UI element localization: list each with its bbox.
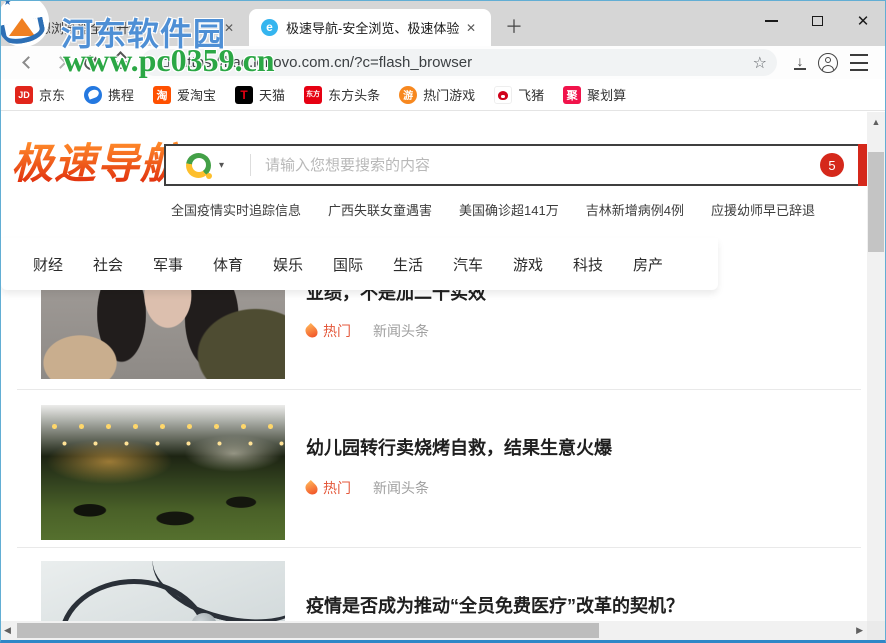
refresh-button[interactable] bbox=[76, 46, 106, 79]
download-arrow-icon: ↓ bbox=[797, 56, 804, 66]
bookmark-fliggy[interactable]: 飞猪 bbox=[494, 85, 544, 104]
vertical-scrollbar[interactable]: ▲ bbox=[867, 112, 885, 621]
titlebar: 联想浏览器全面升级 ✕ e 极速导航-安全浏览、极速体验 ✕ ＋ ✕ bbox=[1, 1, 885, 46]
tab-favicon-e-icon: e bbox=[261, 19, 278, 36]
forward-icon bbox=[54, 56, 67, 69]
news-photo-bbq-market[interactable] bbox=[41, 405, 285, 540]
bookmark-tmall[interactable]: T 天猫 bbox=[235, 85, 285, 104]
page-content: 极速导航 ▾ 5 全国疫情实时追踪信息 广西失联女童遇害 美国确诊超141万 吉… bbox=[1, 112, 869, 643]
browser-window: 联想浏览器全面升级 ✕ e 极速导航-安全浏览、极速体验 ✕ ＋ ✕ https… bbox=[0, 0, 886, 643]
site-logo: 极速导航 bbox=[11, 130, 183, 191]
hot-link[interactable]: 应援幼师早已辞退 bbox=[711, 200, 815, 219]
hot-games-logo-icon: 游 bbox=[399, 86, 417, 104]
news-item[interactable]: 幼儿园转行卖烧烤自救，结果生意火爆 热门 新闻头条 bbox=[17, 390, 861, 548]
360-search-icon bbox=[186, 153, 211, 178]
menu-button[interactable] bbox=[850, 54, 868, 71]
downloads-button[interactable]: ↓ bbox=[785, 46, 815, 79]
new-tab-button[interactable]: ＋ bbox=[501, 14, 527, 40]
tmall-logo-icon: T bbox=[235, 86, 253, 104]
category-realestate[interactable]: 房产 bbox=[618, 254, 678, 275]
news-source: 新闻头条 bbox=[373, 478, 429, 498]
chevron-down-icon: ▾ bbox=[219, 160, 224, 171]
notification-badge[interactable]: 5 bbox=[820, 153, 844, 177]
maximize-button[interactable] bbox=[800, 1, 834, 41]
hot-tag: 热门 bbox=[323, 321, 351, 341]
tab-lenovo-upgrade[interactable]: 联想浏览器全面升级 ✕ bbox=[9, 9, 249, 46]
search-input[interactable] bbox=[265, 157, 820, 174]
bookmark-star-icon[interactable]: ☆ bbox=[753, 53, 767, 73]
hot-link[interactable]: 吉林新增病例4例 bbox=[586, 200, 684, 219]
home-button[interactable] bbox=[107, 46, 137, 79]
back-button[interactable] bbox=[13, 46, 43, 79]
search-button[interactable] bbox=[858, 144, 867, 186]
forward-button[interactable] bbox=[45, 46, 75, 79]
category-international[interactable]: 国际 bbox=[318, 254, 378, 275]
horizontal-scroll-thumb[interactable] bbox=[17, 623, 599, 638]
juhuasuan-logo-icon: 聚 bbox=[563, 86, 581, 104]
hot-link[interactable]: 全国疫情实时追踪信息 bbox=[171, 200, 301, 219]
hot-link[interactable]: 美国确诊超141万 bbox=[459, 200, 559, 219]
vertical-scroll-thumb[interactable] bbox=[868, 152, 884, 252]
scroll-left-icon[interactable]: ◀ bbox=[4, 625, 11, 636]
hot-tag: 热门 bbox=[323, 478, 351, 498]
profile-button[interactable] bbox=[818, 53, 838, 73]
lock-icon bbox=[159, 59, 169, 67]
user-icon bbox=[825, 57, 831, 63]
scrollbar-corner bbox=[867, 621, 885, 642]
bookmarks-bar: JD 京东 携程 淘 爱淘宝 T 天猫 东方 东方头条 游 热门游戏 飞猪 聚 bbox=[1, 79, 885, 111]
bookmark-juhuasuan[interactable]: 聚 聚划算 bbox=[563, 85, 626, 104]
tab-close-icon[interactable]: ✕ bbox=[219, 19, 239, 37]
flame-icon bbox=[303, 323, 320, 340]
flame-icon bbox=[303, 480, 320, 497]
jd-logo-icon: JD bbox=[15, 86, 33, 104]
category-nav: 财经 社会 军事 体育 娱乐 国际 生活 汽车 游戏 科技 房产 bbox=[1, 238, 718, 290]
browser-toolbar: https://hao.lenovo.com.cn/?c=flash_brows… bbox=[1, 46, 885, 79]
bookmark-taobao[interactable]: 淘 爱淘宝 bbox=[153, 85, 216, 104]
category-tech[interactable]: 科技 bbox=[558, 254, 618, 275]
back-icon bbox=[22, 56, 35, 69]
category-life[interactable]: 生活 bbox=[378, 254, 438, 275]
news-source: 新闻头条 bbox=[373, 321, 429, 341]
minimize-icon bbox=[765, 20, 778, 22]
tab-title: 极速导航-安全浏览、极速体验 bbox=[286, 18, 461, 37]
category-auto[interactable]: 汽车 bbox=[438, 254, 498, 275]
search-box: ▾ 5 bbox=[164, 144, 867, 186]
maximize-icon bbox=[812, 16, 823, 26]
bookmark-jd[interactable]: JD 京东 bbox=[15, 85, 65, 104]
address-bar[interactable]: https://hao.lenovo.com.cn/?c=flash_brows… bbox=[141, 49, 777, 76]
refresh-icon bbox=[80, 52, 101, 73]
hot-search-links: 全国疫情实时追踪信息 广西失联女童遇害 美国确诊超141万 吉林新增病例4例 应… bbox=[171, 200, 842, 219]
tab-close-icon[interactable]: ✕ bbox=[461, 19, 481, 37]
hot-link[interactable]: 广西失联女童遇害 bbox=[328, 200, 432, 219]
bookmark-dongfang-toutiao[interactable]: 东方 东方头条 bbox=[304, 85, 380, 104]
news-title[interactable]: 疫情是否成为推动“全员免费医疗”改革的契机？ bbox=[306, 592, 684, 618]
horizontal-scrollbar[interactable]: ◀ ▶ bbox=[1, 621, 869, 642]
fliggy-pig-icon bbox=[494, 86, 512, 104]
dongfang-logo-icon: 东方 bbox=[304, 86, 322, 104]
bookmark-ctrip[interactable]: 携程 bbox=[84, 85, 134, 104]
bookmark-hot-games[interactable]: 游 热门游戏 bbox=[399, 85, 475, 104]
tab-title: 联想浏览器全面升级 bbox=[25, 18, 219, 37]
category-finance[interactable]: 财经 bbox=[18, 254, 78, 275]
scroll-up-icon[interactable]: ▲ bbox=[867, 112, 885, 127]
category-games[interactable]: 游戏 bbox=[498, 254, 558, 275]
close-window-button[interactable]: ✕ bbox=[846, 1, 880, 41]
minimize-button[interactable] bbox=[754, 1, 788, 41]
news-title[interactable]: 幼儿园转行卖烧烤自救，结果生意火爆 bbox=[306, 434, 612, 460]
taobao-logo-icon: 淘 bbox=[153, 86, 171, 104]
category-society[interactable]: 社会 bbox=[78, 254, 138, 275]
ctrip-dolphin-icon bbox=[84, 86, 102, 104]
tab-speed-navigation-active[interactable]: e 极速导航-安全浏览、极速体验 ✕ bbox=[249, 9, 491, 46]
category-entertainment[interactable]: 娱乐 bbox=[258, 254, 318, 275]
url-text: https://hao.lenovo.com.cn/?c=flash_brows… bbox=[179, 54, 753, 71]
category-military[interactable]: 军事 bbox=[138, 254, 198, 275]
home-icon bbox=[115, 57, 129, 69]
category-sports[interactable]: 体育 bbox=[198, 254, 258, 275]
search-engine-selector[interactable]: ▾ bbox=[166, 153, 236, 178]
scroll-right-icon[interactable]: ▶ bbox=[856, 625, 863, 636]
